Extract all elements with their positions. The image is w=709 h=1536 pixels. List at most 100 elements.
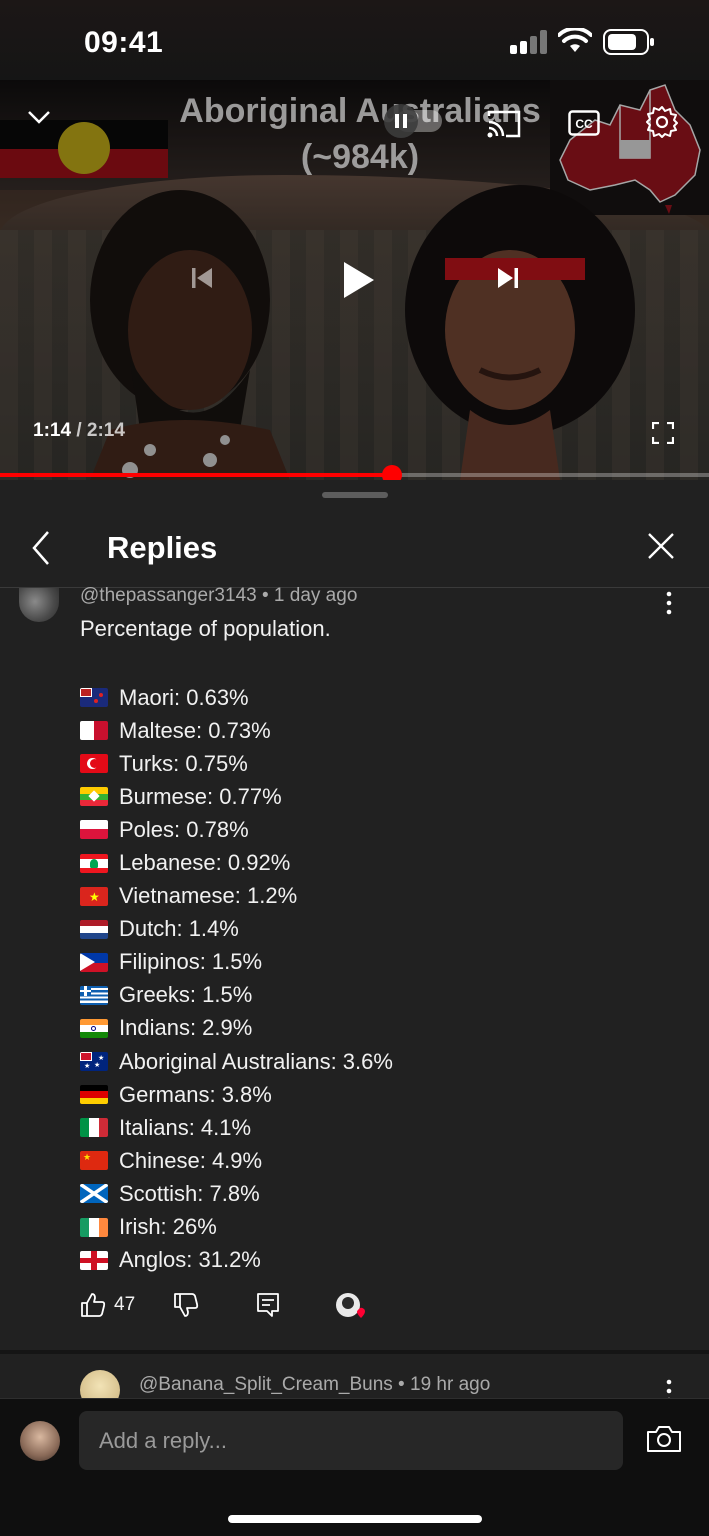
wifi-icon: [558, 28, 592, 52]
previous-button[interactable]: [180, 258, 224, 298]
skip-next-icon: [498, 268, 518, 288]
thumbs-down-icon: [174, 1293, 199, 1317]
replies-panel: Replies @thepassanger3143 • 1 day ago Pe…: [0, 480, 709, 1536]
time-readout: 1:14 / 2:14: [33, 420, 125, 441]
camera-button[interactable]: [646, 1424, 686, 1458]
list-item-text: Burmese: 0.77%: [119, 783, 282, 809]
list-item: Anglos: 31.2%: [80, 1244, 393, 1277]
dislike-button[interactable]: [173, 1292, 199, 1318]
reply-input[interactable]: [79, 1411, 623, 1470]
comment-age: 19 hr ago: [410, 1374, 491, 1395]
list-item: Irish: 26%: [80, 1211, 393, 1244]
flag-nz-icon: [80, 688, 108, 708]
duration: 2:14: [86, 420, 125, 441]
fullscreen-icon: [652, 422, 674, 444]
drag-handle[interactable]: [322, 492, 388, 498]
list-item-text: Vietnamese: 1.2%: [119, 883, 298, 909]
list-item: Maori: 0.63%: [80, 681, 393, 714]
list-item-text: Germans: 3.8%: [119, 1081, 272, 1107]
list-item-text: Scottish: 7.8%: [119, 1180, 260, 1206]
flag-mt-icon: [80, 721, 108, 741]
back-button[interactable]: [28, 528, 64, 568]
list-item-text: Aboriginal Australians: 3.6%: [119, 1048, 393, 1074]
list-item: Lebanese: 0.92%: [80, 846, 393, 879]
flag-nl-icon: [80, 919, 108, 939]
list-item: ★ ★ ★ Aboriginal Australians: 3.6%: [80, 1045, 393, 1078]
more-vert-icon: [666, 1379, 672, 1400]
close-button[interactable]: [645, 530, 681, 566]
comment-intro: Percentage of population.: [80, 616, 331, 641]
status-time: 09:41: [84, 26, 164, 59]
list-item: Turks: 0.75%: [80, 747, 393, 780]
list-item: Maltese: 0.73%: [80, 714, 393, 747]
progress-bar[interactable]: [0, 465, 709, 480]
video-player[interactable]: Aboriginal Australians (~984k) CC 1:14 /…: [0, 80, 709, 480]
list-item: Burmese: 0.77%: [80, 780, 393, 813]
comment-author[interactable]: @thepassanger3143 • 1 day ago: [80, 585, 357, 607]
more-vert-icon: [666, 591, 672, 615]
cc-icon: CC: [568, 110, 600, 136]
list-item: Scottish: 7.8%: [80, 1177, 393, 1210]
chevron-down-icon: [28, 111, 50, 124]
svg-text:CC: CC: [575, 117, 593, 131]
list-item: Filipinos: 1.5%: [80, 946, 393, 979]
autoplay-toggle[interactable]: [384, 104, 444, 138]
next-button[interactable]: [484, 254, 532, 302]
battery-icon: [603, 29, 654, 55]
flag-it-icon: [80, 1118, 108, 1138]
cellular-signal-icon: [510, 30, 548, 54]
progress-scrubber[interactable]: [382, 465, 403, 480]
like-count: 47: [114, 1294, 136, 1315]
pause-icon: [384, 104, 418, 138]
creator-heart-icon: [336, 1293, 365, 1318]
cast-button[interactable]: [484, 106, 524, 140]
flag-sco-icon: [80, 1184, 108, 1204]
reply-button[interactable]: [256, 1292, 280, 1318]
comment-menu-button[interactable]: [658, 590, 680, 616]
play-button[interactable]: [330, 252, 386, 308]
list-item: Indians: 2.9%: [80, 1012, 393, 1045]
flag-mm-icon: [80, 787, 108, 807]
cast-icon: [487, 110, 521, 138]
comment-actions: 47: [80, 1292, 400, 1322]
captions-button[interactable]: CC: [564, 106, 604, 140]
flag-vn-icon: ★: [80, 886, 108, 906]
comment-icon: [257, 1293, 279, 1317]
fullscreen-button[interactable]: [648, 418, 678, 448]
like-button[interactable]: 47: [80, 1292, 135, 1318]
settings-button[interactable]: [642, 102, 682, 142]
list-item: ★ Chinese: 4.9%: [80, 1144, 393, 1177]
avatar[interactable]: [19, 588, 59, 622]
flag-in-icon: [80, 1018, 108, 1038]
list-item: Dutch: 1.4%: [80, 913, 393, 946]
list-item-text: Maltese: 0.73%: [119, 717, 271, 743]
list-item-text: Chinese: 4.9%: [119, 1147, 263, 1173]
flag-de-icon: [80, 1085, 108, 1105]
video-title: Aboriginal Australians (~984k): [120, 88, 600, 180]
author-handle: @Banana_Split_Cream_Buns: [139, 1374, 393, 1395]
creator-heart-badge: [334, 1292, 368, 1322]
flag-pl-icon: [80, 820, 108, 840]
comment-author[interactable]: @Banana_Split_Cream_Buns • 19 hr ago: [139, 1374, 490, 1396]
comment-list: Maori: 0.63% Maltese: 0.73% Turks: 0.75% Bu…: [80, 681, 393, 1277]
flag-eng-icon: [80, 1250, 108, 1270]
panel-title: Replies: [107, 530, 218, 565]
flag-lb-icon: [80, 853, 108, 873]
play-icon: [344, 262, 374, 298]
list-item-text: Indians: 2.9%: [119, 1015, 253, 1041]
panel-header: Replies: [0, 510, 709, 588]
avatar[interactable]: [80, 1370, 120, 1400]
chevron-left-icon: [32, 531, 49, 565]
skip-previous-icon: [192, 268, 212, 288]
flag-tr-icon: [80, 754, 108, 774]
camera-icon: [647, 1426, 681, 1452]
avatar: [20, 1421, 60, 1461]
close-icon: [648, 533, 674, 559]
collapse-button[interactable]: [24, 102, 54, 132]
list-item-text: Dutch: 1.4%: [119, 916, 239, 942]
list-item: Italians: 4.1%: [80, 1111, 393, 1144]
comment-menu-button[interactable]: [658, 1378, 680, 1400]
list-item-text: Italians: 4.1%: [119, 1114, 252, 1140]
reply-bar: [0, 1398, 709, 1536]
home-indicator: [228, 1515, 482, 1523]
